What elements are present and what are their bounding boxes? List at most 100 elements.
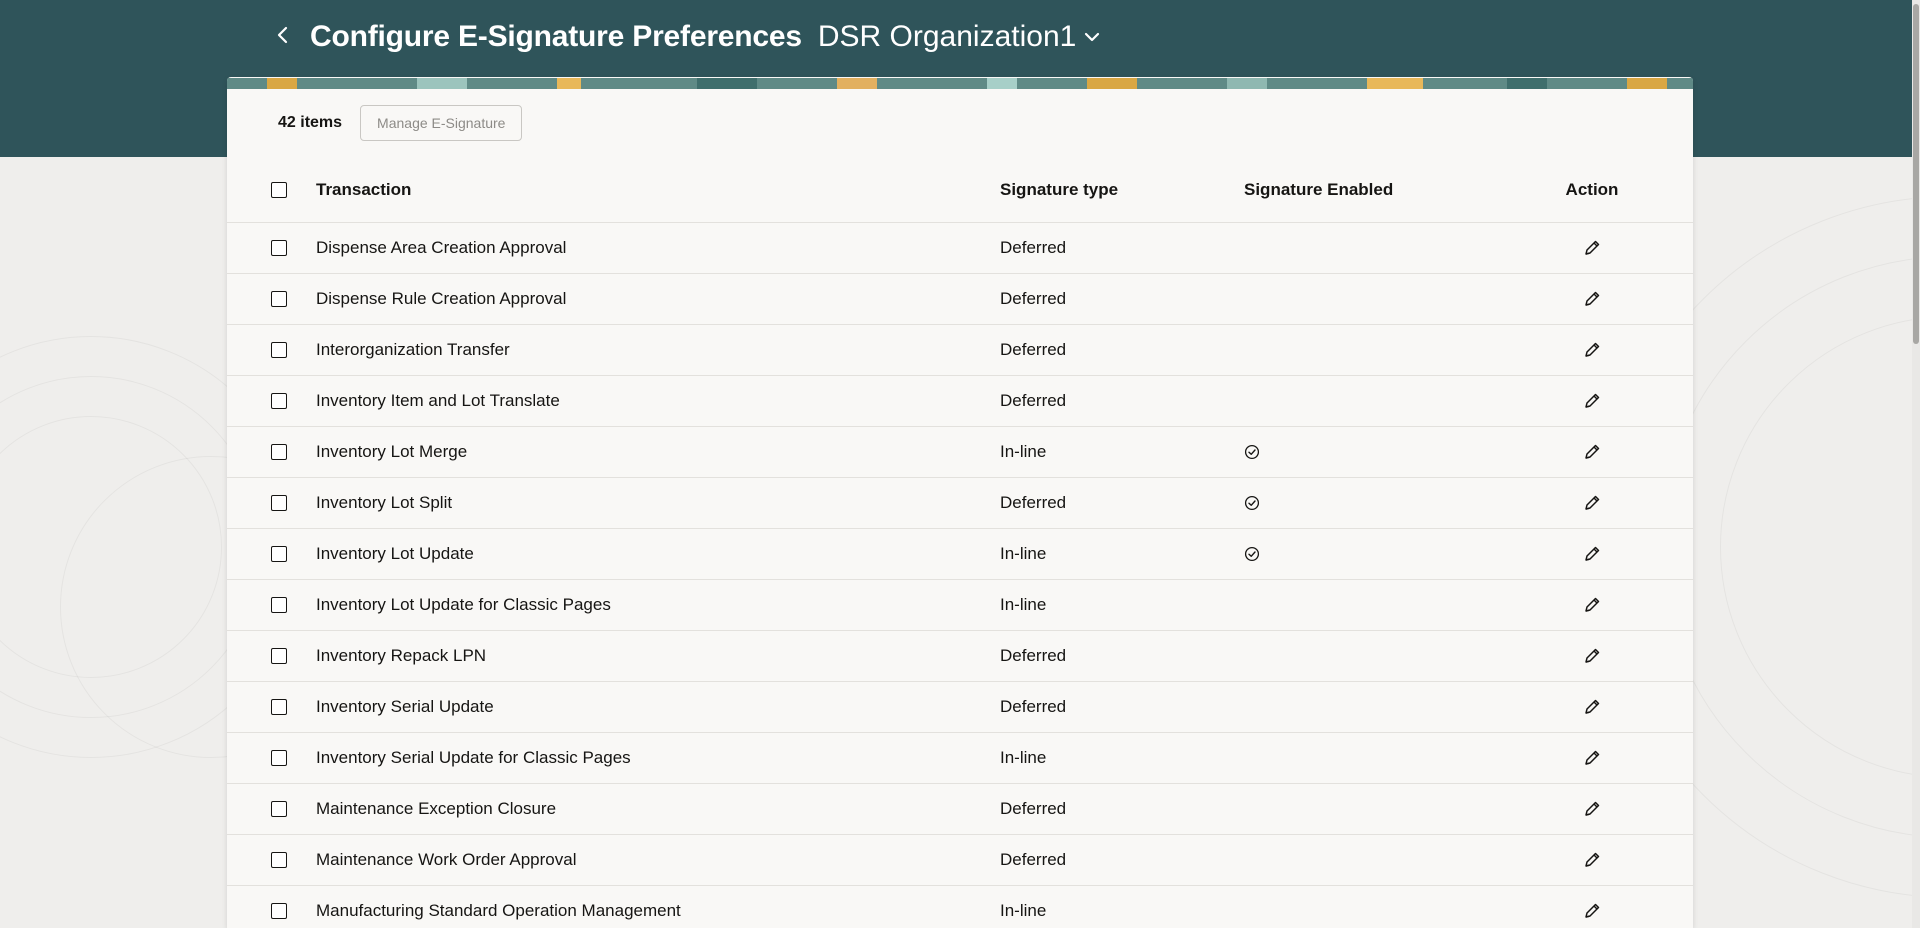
row-checkbox[interactable] [271,699,287,715]
edit-button[interactable] [1576,895,1608,927]
chevron-down-icon [1084,31,1100,43]
signature-type-cell: Deferred [1000,799,1067,818]
pencil-icon [1583,290,1601,308]
row-checkbox[interactable] [271,801,287,817]
table-row[interactable]: Inventory Lot Merge In-line [227,427,1693,478]
transaction-cell: Inventory Lot Update for Classic Pages [316,595,611,614]
signature-type-cell: Deferred [1000,646,1067,665]
column-header-transaction[interactable]: Transaction [316,180,411,200]
table-header-row: Transaction Signature type Signature Ena… [227,157,1693,223]
table-row[interactable]: Maintenance Work Order Approval Deferred [227,835,1693,886]
transaction-cell: Inventory Lot Split [316,493,453,512]
table-row[interactable]: Inventory Serial Update for Classic Page… [227,733,1693,784]
organization-selector[interactable]: DSR Organization1 [818,20,1100,54]
signature-type-cell: Deferred [1000,391,1067,410]
signature-type-cell: In-line [1000,544,1047,563]
page-header: Configure E-Signature Preferences DSR Or… [268,14,1100,60]
edit-button[interactable] [1576,283,1608,315]
table-row[interactable]: Dispense Rule Creation Approval Deferred [227,274,1693,325]
row-checkbox[interactable] [271,597,287,613]
edit-button[interactable] [1576,742,1608,774]
column-header-signature-type[interactable]: Signature type [1000,180,1118,200]
table-row[interactable]: Maintenance Exception Closure Deferred [227,784,1693,835]
edit-button[interactable] [1576,538,1608,570]
signature-type-cell: Deferred [1000,340,1067,359]
page-scrollbar[interactable] [1912,0,1920,928]
action-cell [1564,232,1620,264]
column-header-signature-enabled[interactable]: Signature Enabled [1244,180,1393,200]
signature-type-cell: Deferred [1000,697,1067,716]
pencil-icon [1583,902,1601,920]
manage-e-signature-button[interactable]: Manage E-Signature [360,105,523,141]
row-checkbox[interactable] [271,648,287,664]
table-row[interactable]: Inventory Lot Update for Classic Pages In… [227,580,1693,631]
check-circle-icon [1244,546,1260,562]
table-toolbar: 42 items Manage E-Signature [227,89,1693,157]
check-circle-icon [1244,495,1260,511]
edit-button[interactable] [1576,334,1608,366]
action-cell [1564,742,1620,774]
signature-type-cell: Deferred [1000,238,1067,257]
signature-type-cell: In-line [1000,748,1047,767]
transaction-cell: Maintenance Work Order Approval [316,850,577,869]
action-cell [1564,691,1620,723]
row-checkbox[interactable] [271,852,287,868]
edit-button[interactable] [1576,589,1608,621]
action-cell [1564,436,1620,468]
row-checkbox[interactable] [271,750,287,766]
action-cell [1564,283,1620,315]
edit-button[interactable] [1576,232,1608,264]
action-cell [1564,334,1620,366]
table-row[interactable]: Interorganization Transfer Deferred [227,325,1693,376]
transaction-cell: Inventory Lot Update [316,544,474,563]
action-cell [1564,538,1620,570]
signature-enabled-cell [1244,444,1260,460]
table-row[interactable]: Inventory Item and Lot Translate Deferred [227,376,1693,427]
edit-button[interactable] [1576,793,1608,825]
transaction-cell: Inventory Item and Lot Translate [316,391,560,410]
table-row[interactable]: Inventory Lot Update In-line [227,529,1693,580]
action-cell [1564,895,1620,927]
edit-button[interactable] [1576,691,1608,723]
pencil-icon [1583,596,1601,614]
edit-button[interactable] [1576,640,1608,672]
pencil-icon [1583,698,1601,716]
row-checkbox[interactable] [271,903,287,919]
action-cell [1564,640,1620,672]
edit-button[interactable] [1576,385,1608,417]
select-all-checkbox[interactable] [271,181,287,198]
pencil-icon [1583,545,1601,563]
row-checkbox[interactable] [271,495,287,511]
action-cell [1564,385,1620,417]
back-button[interactable] [268,22,298,52]
chevron-left-icon [276,26,290,49]
table-row[interactable]: Inventory Repack LPN Deferred [227,631,1693,682]
table-row[interactable]: Inventory Serial Update Deferred [227,682,1693,733]
edit-button[interactable] [1576,487,1608,519]
row-checkbox[interactable] [271,240,287,256]
pencil-icon [1583,749,1601,767]
table-row[interactable]: Inventory Lot Split Deferred [227,478,1693,529]
transaction-cell: Dispense Rule Creation Approval [316,289,567,308]
row-checkbox[interactable] [271,444,287,460]
signature-type-cell: Deferred [1000,850,1067,869]
signature-type-cell: Deferred [1000,493,1067,512]
row-checkbox[interactable] [271,291,287,307]
transaction-cell: Inventory Serial Update [316,697,494,716]
pencil-icon [1583,392,1601,410]
row-checkbox[interactable] [271,546,287,562]
signature-type-cell: In-line [1000,595,1047,614]
table-row[interactable]: Manufacturing Standard Operation Managem… [227,886,1693,928]
action-cell [1564,487,1620,519]
transaction-cell: Maintenance Exception Closure [316,799,557,818]
row-checkbox[interactable] [271,393,287,409]
table-row[interactable]: Dispense Area Creation Approval Deferred [227,223,1693,274]
scrollbar-thumb[interactable] [1913,4,1919,344]
action-cell [1564,793,1620,825]
pencil-icon [1583,800,1601,818]
signature-enabled-cell [1244,546,1260,562]
action-cell [1564,844,1620,876]
edit-button[interactable] [1576,844,1608,876]
row-checkbox[interactable] [271,342,287,358]
edit-button[interactable] [1576,436,1608,468]
